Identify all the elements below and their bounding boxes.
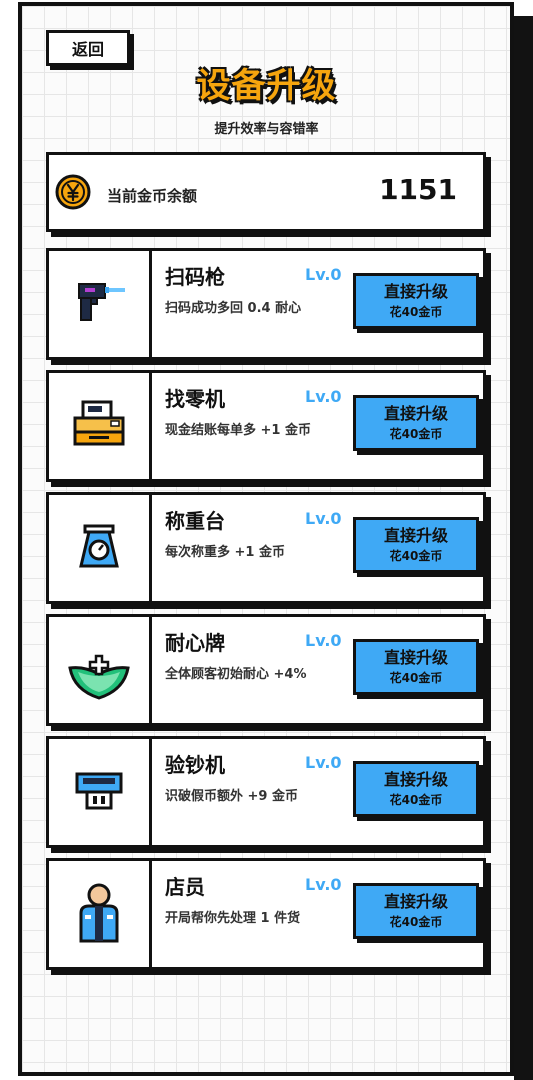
upgrade-card-scanner: 扫码枪 Lv.0 扫码成功多回 0.4 耐心 直接升级 花40金币 (46, 248, 486, 360)
upgrade-button-label: 直接升级 (383, 404, 448, 423)
panel-shadow (514, 16, 533, 1080)
upgrade-button-label: 直接升级 (383, 282, 448, 301)
balance-value: 1151 (379, 173, 457, 206)
upgrade-button[interactable]: 直接升级 花40金币 (353, 517, 479, 573)
item-level: Lv.0 (305, 753, 342, 772)
upgrade-card-scale: 称重台 Lv.0 每次称重多 +1 金币 直接升级 花40金币 (46, 492, 486, 604)
clerk-icon (79, 883, 119, 943)
scale-icon (79, 524, 119, 568)
upgrade-cost: 花40金币 (389, 427, 443, 441)
upgrade-cost: 花40金币 (389, 915, 443, 929)
page-title: 设备升级 (196, 66, 337, 106)
item-level: Lv.0 (305, 875, 342, 894)
upgrade-button-label: 直接升级 (383, 648, 448, 667)
upgrade-card-money-checker: 验钞机 Lv.0 识破假币额外 +9 金币 直接升级 花40金币 (46, 736, 486, 848)
upgrade-cost: 花40金币 (389, 671, 443, 685)
item-name: 扫码枪 (165, 265, 225, 289)
upgrade-cost: 花40金币 (389, 793, 443, 807)
item-description: 开局帮你先处理 1 件货 (165, 911, 301, 926)
coin-balance-panel: 当前金币余额 1151 (46, 152, 486, 232)
item-name: 耐心牌 (165, 631, 225, 655)
item-name: 验钞机 (165, 753, 225, 777)
upgrade-button[interactable]: 直接升级 花40金币 (353, 273, 479, 329)
upgrade-card-clerk: 店员 Lv.0 开局帮你先处理 1 件货 直接升级 花40金币 (46, 858, 486, 970)
item-level: Lv.0 (305, 387, 342, 406)
item-name: 找零机 (165, 387, 225, 411)
item-level: Lv.0 (305, 631, 342, 650)
scanner-gun-icon (78, 283, 125, 321)
item-name: 店员 (165, 875, 205, 899)
patience-badge-icon (68, 654, 130, 700)
balance-label: 当前金币余额 (107, 187, 198, 205)
upgrade-button-label: 直接升级 (383, 892, 448, 911)
money-checker-icon (75, 772, 123, 810)
yen-coin-icon (55, 174, 91, 210)
upgrade-cost: 花40金币 (389, 549, 443, 563)
upgrade-button[interactable]: 直接升级 花40金币 (353, 761, 479, 817)
item-name: 称重台 (165, 509, 225, 533)
upgrade-button[interactable]: 直接升级 花40金币 (353, 395, 479, 451)
upgrade-button-label: 直接升级 (383, 770, 448, 789)
item-level: Lv.0 (305, 509, 342, 528)
upgrade-card-patience-badge: 耐心牌 Lv.0 全体顾客初始耐心 +4% 直接升级 花40金币 (46, 614, 486, 726)
upgrade-button[interactable]: 直接升级 花40金币 (353, 883, 479, 939)
item-description: 识破假币额外 +9 金币 (165, 789, 298, 804)
upgrade-cost: 花40金币 (389, 305, 443, 319)
cash-register-icon (73, 400, 125, 446)
item-description: 扫码成功多回 0.4 耐心 (165, 301, 302, 316)
upgrade-card-cash-register: 找零机 Lv.0 现金结账每单多 +1 金币 直接升级 花40金币 (46, 370, 486, 482)
item-description: 现金结账每单多 +1 金币 (165, 423, 311, 438)
page-subtitle: 提升效率与容错率 (214, 122, 319, 137)
item-description: 全体顾客初始耐心 +4% (165, 667, 307, 682)
item-description: 每次称重多 +1 金币 (165, 545, 285, 560)
upgrade-button[interactable]: 直接升级 花40金币 (353, 639, 479, 695)
item-level: Lv.0 (305, 265, 342, 284)
upgrade-button-label: 直接升级 (383, 526, 448, 545)
